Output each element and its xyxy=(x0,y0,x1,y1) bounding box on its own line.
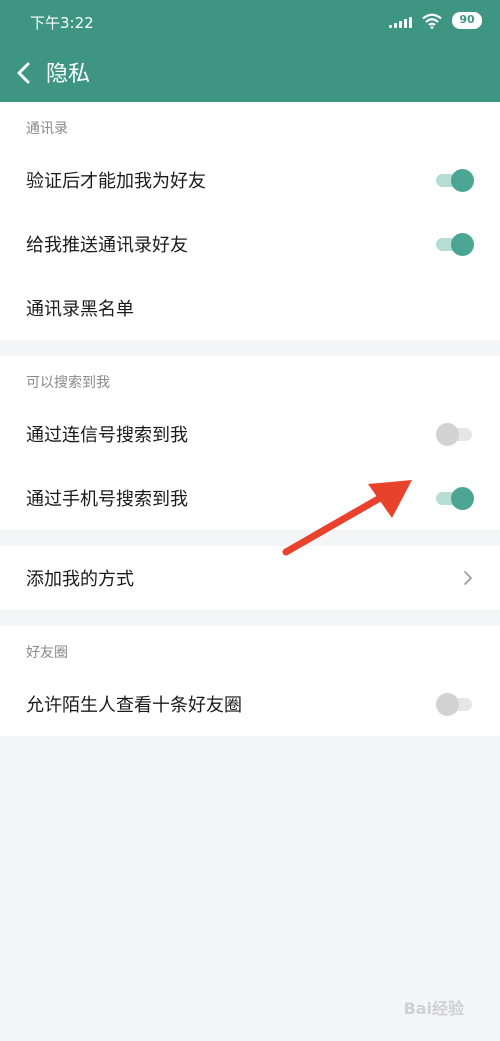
row-label: 允许陌生人查看十条好友圈 xyxy=(26,695,242,716)
section-searchable: 可以搜索到我 通过连信号搜索到我 通过手机号搜索到我 xyxy=(0,356,500,530)
page-title: 隐私 xyxy=(46,62,91,87)
settings-row-search-by-id[interactable]: 通过连信号搜索到我 xyxy=(0,402,500,466)
status-icons: 90 xyxy=(389,12,482,29)
title-bar: 隐私 xyxy=(0,44,500,102)
chevron-right-icon xyxy=(462,569,474,587)
row-label: 给我推送通讯录好友 xyxy=(26,235,188,256)
section-contacts: 通讯录 验证后才能加我为好友 给我推送通讯录好友 通讯录黑名单 xyxy=(0,102,500,340)
toggle-switch[interactable] xyxy=(436,422,474,446)
signal-icon xyxy=(389,14,412,28)
settings-row-stranger-moments[interactable]: 允许陌生人查看十条好友圈 xyxy=(0,672,500,736)
toggle-switch[interactable] xyxy=(436,486,474,510)
toggle-switch[interactable] xyxy=(436,692,474,716)
toggle-switch[interactable] xyxy=(436,168,474,192)
settings-row-recommend-contacts[interactable]: 给我推送通讯录好友 xyxy=(0,212,500,276)
toggle-switch[interactable] xyxy=(436,232,474,256)
status-time: 下午3:22 xyxy=(30,14,94,32)
settings-row-search-by-phone[interactable]: 通过手机号搜索到我 xyxy=(0,466,500,530)
settings-row-blacklist[interactable]: 通讯录黑名单 xyxy=(0,276,500,340)
battery-icon: 90 xyxy=(452,12,482,29)
settings-row-add-methods[interactable]: 添加我的方式 xyxy=(0,546,500,610)
row-label: 通讯录黑名单 xyxy=(26,299,134,320)
row-label: 通过连信号搜索到我 xyxy=(26,425,188,446)
settings-row-verify-friend[interactable]: 验证后才能加我为好友 xyxy=(0,148,500,212)
section-moments: 好友圈 允许陌生人查看十条好友圈 xyxy=(0,626,500,736)
chevron-left-icon[interactable] xyxy=(14,60,34,86)
status-bar: 下午3:22 90 xyxy=(0,0,500,44)
wifi-icon xyxy=(422,13,442,29)
watermark-logo: Bai经验 xyxy=(403,999,464,1018)
app-header: 下午3:22 90 隐私 xyxy=(0,0,500,102)
row-label: 验证后才能加我为好友 xyxy=(26,171,206,192)
section-header: 可以搜索到我 xyxy=(26,375,110,391)
section-header: 通讯录 xyxy=(26,121,68,137)
annotation-arrow-icon xyxy=(282,480,412,556)
row-label: 通过手机号搜索到我 xyxy=(26,489,188,510)
section-header: 好友圈 xyxy=(26,645,68,661)
section-add-methods: 添加我的方式 xyxy=(0,546,500,610)
row-label: 添加我的方式 xyxy=(26,569,134,590)
